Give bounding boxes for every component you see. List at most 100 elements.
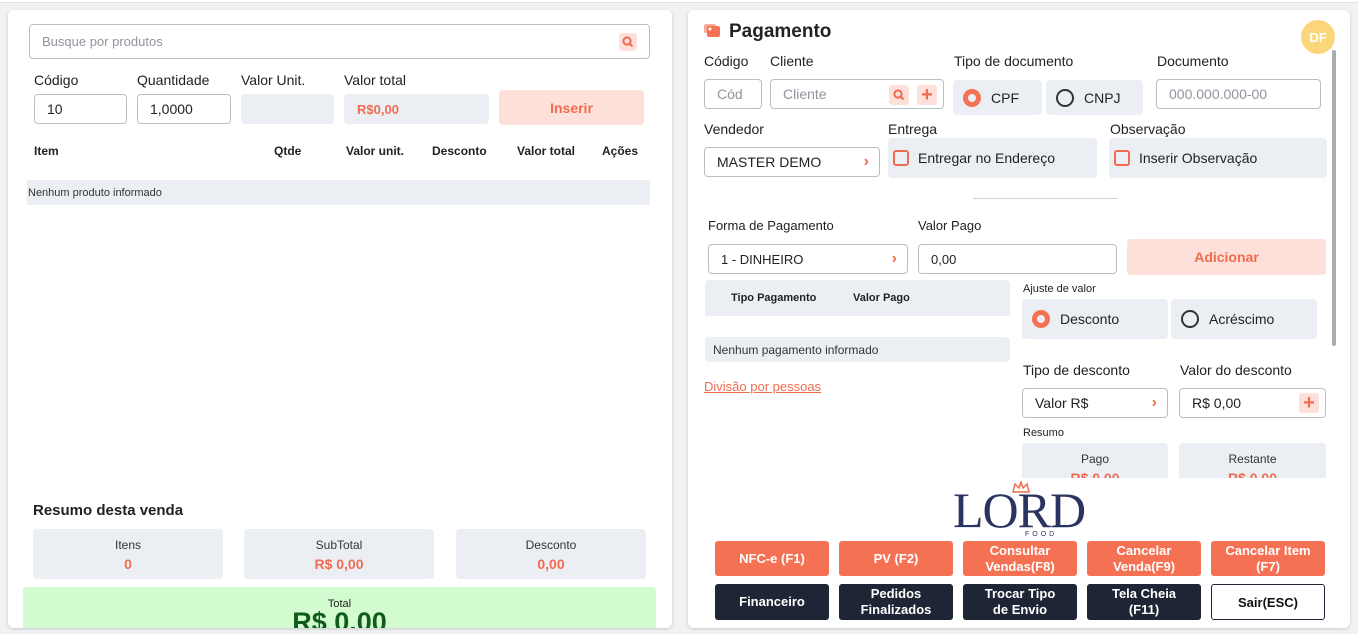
pv-button[interactable]: PV (F2) (839, 541, 953, 576)
vendedor-select[interactable]: MASTER DEMO › (704, 147, 880, 177)
vendedor-label: Vendedor (704, 121, 764, 137)
tipo-desconto-select[interactable]: Valor R$ › (1022, 388, 1168, 418)
th-valor-unit: Valor unit. (346, 144, 405, 158)
pedidos-finalizados-button[interactable]: Pedidos Finalizados (839, 584, 953, 620)
insert-button[interactable]: Inserir (499, 90, 644, 125)
cliente-add-icon[interactable]: + (917, 85, 937, 105)
resumo-pago-card: Pago R$ 0,00 (1022, 443, 1168, 478)
th-tipo-pagamento: Tipo Pagamento (731, 292, 817, 304)
logo-sub: FOOD (1025, 531, 1058, 538)
resumo-restante-label: Restante (1228, 452, 1277, 466)
doc-cnpj-radio[interactable] (1056, 88, 1074, 107)
forma-pagamento-label: Forma de Pagamento (708, 218, 834, 233)
entrega-checkbox[interactable] (893, 150, 909, 166)
observacao-option[interactable]: Inserir Observação (1109, 138, 1327, 178)
valor-desconto-value: R$ 0,00 (1192, 395, 1242, 411)
entrega-label: Entrega (888, 121, 938, 137)
cliente-input[interactable]: Cliente + (770, 79, 944, 109)
forma-pagamento-select[interactable]: 1 - DINHEIRO › (708, 244, 908, 274)
th-qtde: Qtde (274, 144, 302, 158)
products-panel: Busque por produtos Código Quantidade Va… (8, 10, 672, 628)
summary-subtotal-value: R$ 0,00 (314, 556, 364, 572)
doc-cnpj-option[interactable]: CNPJ (1046, 80, 1143, 115)
valor-pago-value: 0,00 (931, 251, 957, 267)
valor-pago-label: Valor Pago (918, 218, 982, 233)
logo-text: LORD (952, 482, 1086, 538)
ajuste-acrescimo-radio[interactable] (1181, 310, 1199, 328)
doc-cpf-radio[interactable] (963, 88, 981, 107)
ajuste-desconto-option[interactable]: Desconto (1022, 299, 1168, 339)
resumo-clip: Pago R$ 0,00 Restante R$ 0,00 (1022, 443, 1327, 478)
valor-desconto-input[interactable]: R$ 0,00 + (1179, 388, 1326, 418)
valor-unit-label: Valor Unit. (241, 72, 306, 88)
th-item: Item (34, 144, 59, 158)
resumo-restante-card: Restante R$ 0,00 (1179, 443, 1326, 478)
cancelar-venda-button[interactable]: Cancelar Venda(F9) (1087, 541, 1201, 576)
total-box: Total R$ 0.00 (23, 587, 656, 628)
summary-subtotal-card: SubTotal R$ 0,00 (244, 529, 434, 579)
consultar-vendas-button[interactable]: Consultar Vendas(F8) (963, 541, 1077, 576)
th-valor-total: Valor total (517, 144, 576, 158)
documento-input[interactable]: 000.000.000-00 (1156, 79, 1321, 109)
scrollbar[interactable] (1332, 50, 1336, 346)
add-desconto-icon[interactable]: + (1299, 393, 1319, 413)
adicionar-button[interactable]: Adicionar (1127, 239, 1326, 275)
summary-desconto-value: 0,00 (537, 556, 565, 572)
observacao-checkbox[interactable] (1114, 150, 1130, 166)
doc-cpf-option[interactable]: CPF (953, 80, 1042, 115)
lord-food-logo: LORD FOOD (951, 479, 1087, 540)
payments-empty-row: Nenhum pagamento informado (705, 337, 1010, 362)
entrega-check-label: Entregar no Endereço (918, 150, 1055, 166)
payments-table-header: Tipo Pagamento Valor Pago (705, 280, 1010, 316)
valor-unit-field (241, 94, 334, 124)
empty-products-text: Nenhum produto informado (28, 186, 162, 199)
empty-products-row: Nenhum produto informado (27, 180, 650, 205)
codigo-input[interactable]: Cód (704, 79, 762, 109)
payment-panel: Pagamento DF Código Cliente Tipo de docu… (688, 10, 1350, 628)
summary-title: Resumo desta venda (33, 502, 184, 519)
quantidade-label: Quantidade (137, 72, 210, 88)
observacao-check-label: Inserir Observação (1139, 150, 1258, 166)
valor-total-label: Valor total (344, 72, 406, 88)
financeiro-button[interactable]: Financeiro (715, 584, 829, 620)
valor-pago-input[interactable]: 0,00 (918, 244, 1117, 274)
resumo-restante-value: R$ 0,00 (1227, 470, 1278, 478)
search-icon[interactable] (619, 33, 637, 51)
codigo-value: 10 (47, 101, 63, 117)
cliente-search-icon[interactable] (889, 85, 909, 105)
trocar-tipo-envio-button[interactable]: Trocar Tipo de Envio (963, 584, 1077, 620)
nfce-button[interactable]: NFC-e (F1) (715, 541, 829, 576)
cliente-placeholder: Cliente (783, 86, 827, 102)
tipo-desconto-value: Valor R$ (1035, 395, 1089, 411)
tipo-documento-label: Tipo de documento (954, 53, 1074, 69)
ajuste-desconto-label: Desconto (1060, 311, 1120, 327)
chevron-right-icon: › (891, 250, 897, 267)
chevron-right-icon: › (1151, 394, 1157, 411)
search-input[interactable]: Busque por produtos (29, 24, 650, 59)
quantidade-field[interactable]: 1,0000 (137, 94, 231, 124)
tela-cheia-button[interactable]: Tela Cheia (F11) (1087, 584, 1201, 620)
division-link[interactable]: Divisão por pessoas (704, 379, 821, 394)
valor-total-field: R$0,00 (344, 94, 489, 124)
th-valor-pago: Valor Pago (853, 292, 910, 304)
cancelar-item-button[interactable]: Cancelar Item (F7) (1211, 541, 1325, 576)
payment-title: Pagamento (729, 21, 832, 42)
avatar[interactable]: DF (1301, 20, 1335, 54)
quantidade-value: 1,0000 (150, 101, 193, 117)
codigo-label: Código (704, 53, 749, 69)
th-desconto: Desconto (432, 144, 487, 158)
ajuste-acrescimo-label: Acréscimo (1209, 311, 1275, 327)
codigo-placeholder: Cód (717, 86, 743, 102)
search-placeholder: Busque por produtos (42, 34, 163, 49)
summary-desconto-label: Desconto (525, 538, 577, 552)
valor-total-value: R$0,00 (357, 101, 399, 117)
chevron-right-icon: › (863, 153, 869, 170)
payments-empty-text: Nenhum pagamento informado (713, 342, 879, 357)
ajuste-acrescimo-option[interactable]: Acréscimo (1171, 299, 1317, 339)
entrega-option[interactable]: Entregar no Endereço (888, 138, 1097, 178)
codigo-field[interactable]: 10 (34, 94, 127, 124)
cliente-label: Cliente (770, 53, 814, 69)
observacao-label: Observação (1110, 121, 1186, 137)
sair-button[interactable]: Sair(ESC) (1211, 584, 1325, 620)
ajuste-desconto-radio[interactable] (1032, 310, 1050, 328)
